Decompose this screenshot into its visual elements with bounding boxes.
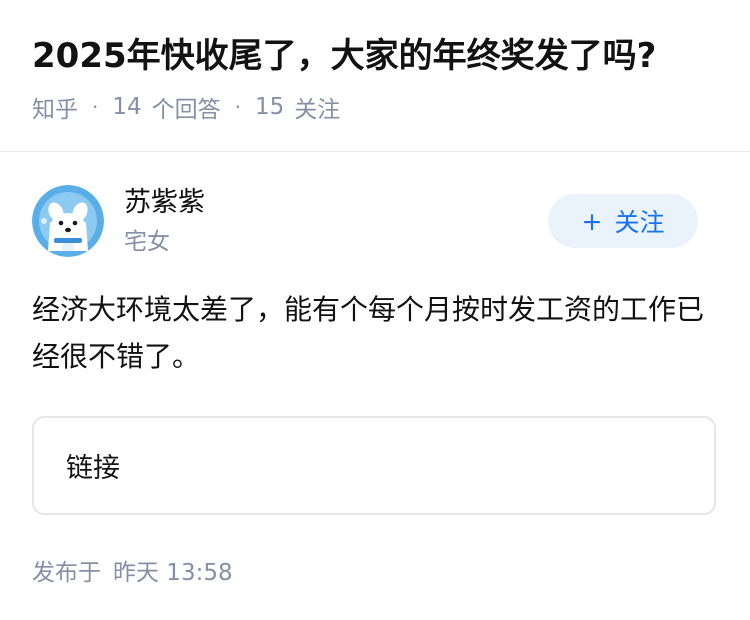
publish-time: 昨天 13:58	[113, 560, 233, 586]
followers-label[interactable]: 关注	[294, 90, 340, 124]
follow-button[interactable]: + 关注	[548, 194, 698, 248]
link-card[interactable]: 链接	[32, 416, 716, 515]
author-row: 苏紫紫 宅女 + 关注	[32, 185, 718, 260]
follow-label: 关注	[614, 208, 665, 237]
meta-separator: ·	[92, 95, 99, 119]
plus-icon: +	[581, 206, 603, 236]
cartoon-dog-avatar-icon[interactable]	[32, 185, 104, 257]
meta-separator: ·	[234, 95, 241, 119]
publish-info: 发布于 昨天 13:58	[32, 553, 233, 587]
answer-text: 经济大环境太差了，能有个每个月按时发工资的工作已经很不错了。	[32, 293, 705, 373]
author-name[interactable]: 苏紫紫	[124, 185, 205, 221]
followers-count: 15	[255, 94, 285, 120]
answers-count: 14	[112, 94, 142, 120]
author-tag: 宅女	[124, 229, 170, 255]
question-meta: 知乎 · 14 个回答 · 15 关注	[32, 90, 722, 124]
source-label[interactable]: 知乎	[32, 90, 78, 124]
question-header: 2025年快收尾了，大家的年终奖发了吗? 知乎 · 14 个回答 · 15 关注	[32, 30, 722, 124]
section-divider	[0, 151, 750, 152]
link-label: 链接	[66, 453, 120, 484]
question-title[interactable]: 2025年快收尾了，大家的年终奖发了吗?	[32, 30, 722, 82]
answers-label[interactable]: 个回答	[152, 90, 221, 124]
publish-prefix: 发布于	[32, 560, 101, 586]
